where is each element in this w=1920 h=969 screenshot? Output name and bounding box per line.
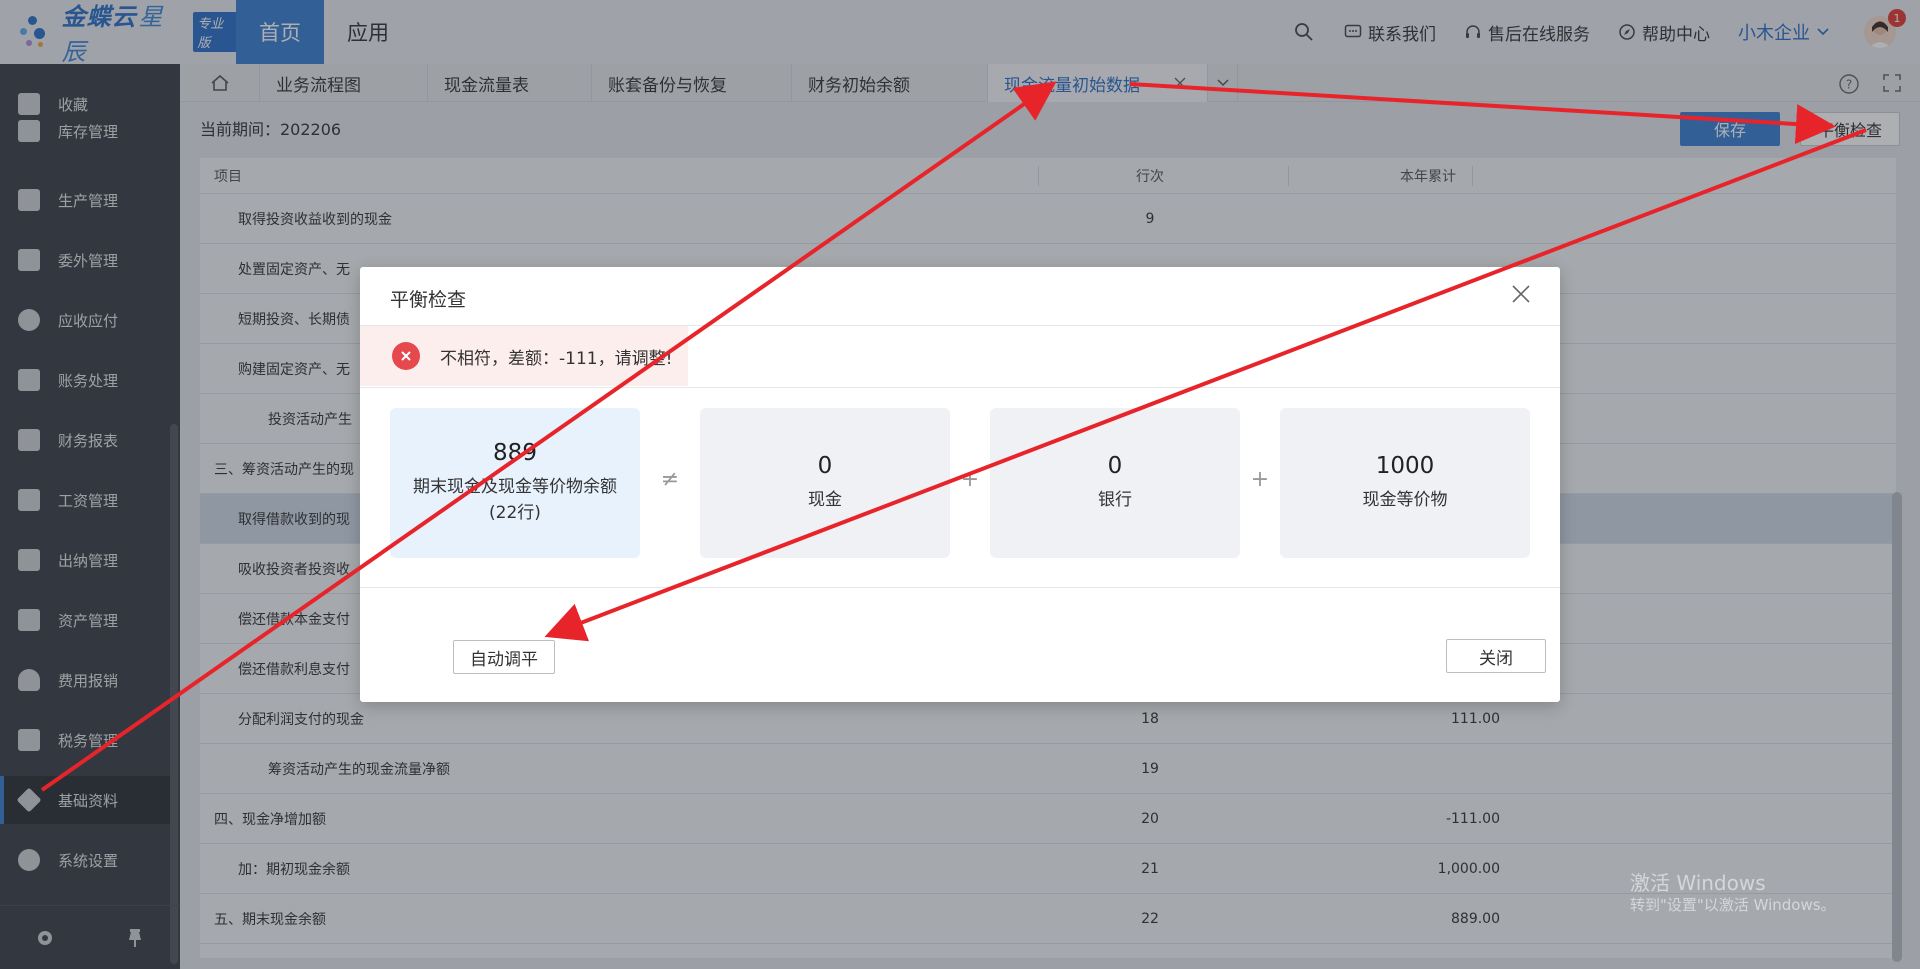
bank-value: 0 [1107, 453, 1123, 479]
error-message: 不相符，差额：-111，请调整! [440, 348, 673, 369]
error-icon [392, 342, 420, 370]
cash-value: 0 [817, 453, 833, 479]
plus-sign: + [1250, 467, 1270, 492]
auto-balance-button[interactable]: 自动调平 [453, 640, 555, 674]
cash-box: 0 现金 [700, 408, 950, 558]
error-alert: 不相符，差额：-111，请调整! [360, 326, 688, 386]
ending-balance-label: 期末现金及现金等价物余额 [413, 477, 617, 497]
not-equal-sign: ≠ [660, 467, 680, 492]
balance-check-dialog: 平衡检查 不相符，差额：-111，请调整! 889 期末现金及现金等价物余额 (… [360, 267, 1560, 702]
close-icon[interactable] [1510, 283, 1532, 305]
dialog-title: 平衡检查 [390, 289, 467, 311]
cash-equivalents-value: 1000 [1375, 453, 1435, 479]
ending-balance-sub: (22行) [489, 503, 541, 523]
bank-label: 银行 [1098, 490, 1132, 510]
ending-balance-box: 889 期末现金及现金等价物余额 (22行) [390, 408, 640, 558]
ending-balance-value: 889 [493, 440, 537, 466]
windows-activation-watermark: 激活 Windows 转到"设置"以激活 Windows。 [1630, 872, 1836, 916]
bank-box: 0 银行 [990, 408, 1240, 558]
close-button[interactable]: 关闭 [1446, 639, 1546, 673]
cash-equivalents-box: 1000 现金等价物 [1280, 408, 1530, 558]
cash-equivalents-label: 现金等价物 [1362, 490, 1448, 510]
plus-sign: + [960, 467, 980, 492]
watermark-line1: 激活 Windows [1630, 871, 1766, 895]
watermark-line2: 转到"设置"以激活 Windows。 [1630, 896, 1836, 914]
cash-label: 现金 [808, 490, 842, 510]
